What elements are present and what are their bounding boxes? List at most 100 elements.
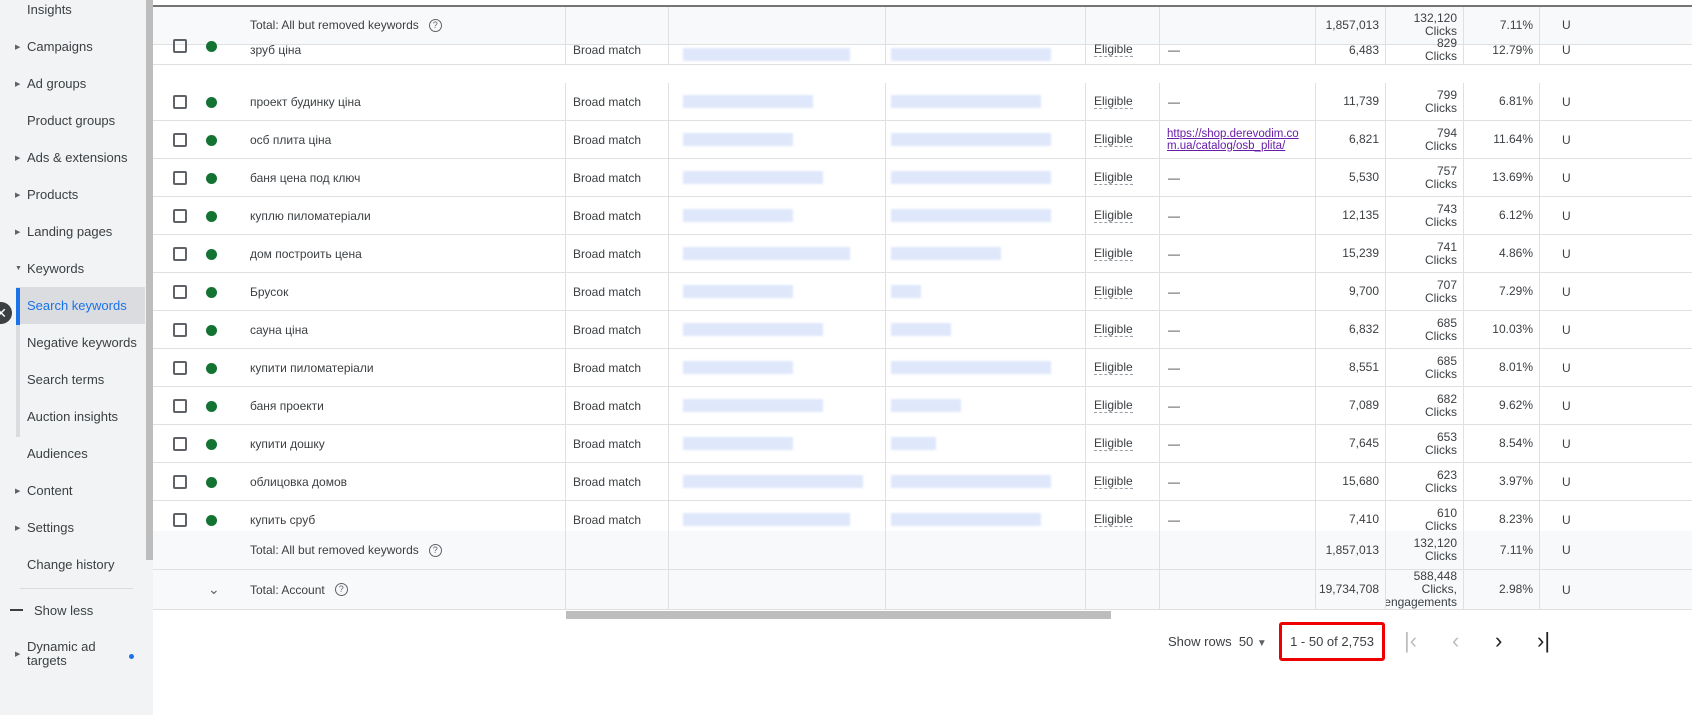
sidebar-item-keywords[interactable]: ▼ Keywords — [0, 250, 145, 287]
cell: U — [1540, 425, 1692, 462]
cell: 7,089 — [1316, 387, 1386, 424]
chevron-down-icon[interactable]: ⌄ — [208, 581, 220, 598]
row-checkbox[interactable] — [173, 171, 187, 185]
vertical-scrollbar-thumb[interactable] — [146, 0, 153, 560]
cell: 8.01% — [1464, 349, 1540, 386]
row-checkbox[interactable] — [173, 513, 187, 527]
status-text[interactable]: Eligible — [1094, 474, 1133, 489]
sidebar-item-negative-keywords[interactable]: Negative keywords — [0, 324, 145, 361]
show-rows-select[interactable]: Show rows 50 ▼ — [1168, 634, 1267, 649]
minus-icon — [10, 609, 23, 611]
status-text[interactable]: Eligible — [1094, 246, 1133, 261]
cell: 685 Clicks — [1386, 349, 1464, 386]
sidebar-item-content[interactable]: ▶ Content — [0, 472, 145, 509]
sidebar-item-search-keywords[interactable]: Search keywords — [16, 287, 145, 324]
match-type: Broad match — [573, 208, 642, 223]
match-type: Broad match — [573, 322, 642, 337]
cell — [669, 159, 886, 196]
status-text[interactable]: Eligible — [1094, 398, 1133, 413]
clicks: 682 — [1436, 391, 1457, 406]
status-text[interactable]: Eligible — [1094, 43, 1133, 57]
sidebar-item-change-history[interactable]: Change history — [0, 546, 145, 583]
sidebar-item-label: Ad groups — [27, 76, 87, 91]
truncated-value: U — [1562, 208, 1571, 223]
first-page-icon[interactable]: |‹ — [1404, 628, 1417, 654]
cell: Eligible — [1086, 159, 1160, 196]
status-enabled-icon — [206, 515, 217, 526]
sidebar-item-products[interactable]: ▶ Products — [0, 176, 145, 213]
row-checkbox[interactable] — [173, 209, 187, 223]
sidebar-item-search-terms[interactable]: Search terms — [0, 361, 145, 398]
status-text[interactable]: Eligible — [1094, 170, 1133, 185]
row-checkbox[interactable] — [173, 133, 187, 147]
row-checkbox[interactable] — [173, 323, 187, 337]
final-url: — — [1168, 360, 1180, 375]
help-icon[interactable]: ? — [428, 18, 442, 32]
clicks: 799 — [1436, 87, 1457, 102]
truncated-value: U — [1562, 474, 1571, 489]
horizontal-scrollbar[interactable] — [566, 611, 1111, 619]
cell: купити дошку — [153, 425, 566, 462]
status-enabled-icon — [206, 249, 217, 260]
redacted-cell — [683, 48, 850, 61]
cell — [669, 273, 886, 310]
final-url-link[interactable]: https://shop.derevodim.com.ua/catalog/os… — [1160, 128, 1310, 152]
cell: Eligible — [1086, 273, 1160, 310]
match-type: Broad match — [573, 132, 642, 147]
cell: — — [1160, 349, 1316, 386]
truncated-value: U — [1562, 360, 1571, 375]
keyword-text: купити пиломатеріали — [250, 360, 374, 375]
row-checkbox[interactable] — [173, 361, 187, 375]
sidebar-item-ad-groups[interactable]: ▶ Ad groups — [0, 65, 145, 102]
match-type: Broad match — [573, 284, 642, 299]
cell — [566, 531, 669, 569]
impressions: 11,739 — [1343, 94, 1379, 108]
row-checkbox[interactable] — [173, 285, 187, 299]
status-text[interactable]: Eligible — [1094, 132, 1133, 147]
sidebar-item-label: Negative keywords — [27, 335, 137, 350]
sidebar-item-ads-extensions[interactable]: ▶ Ads & extensions — [0, 139, 145, 176]
account-total-row: ⌄ Total: Account? 19,734,708 588,448 Clicks,… — [153, 570, 1692, 610]
status-text[interactable]: Eligible — [1094, 94, 1133, 109]
help-icon[interactable]: ? — [428, 543, 442, 557]
status-text[interactable]: Eligible — [1094, 360, 1133, 375]
table-row: купити дошку Broad match Eligible — 7,645 653… — [153, 425, 1692, 463]
row-checkbox[interactable] — [173, 247, 187, 261]
active-indicator — [16, 288, 20, 325]
row-checkbox[interactable] — [173, 39, 187, 53]
sidebar-item-insights[interactable]: Insights — [0, 0, 145, 28]
help-icon[interactable]: ? — [334, 583, 348, 596]
previous-page-icon[interactable]: ‹ — [1452, 628, 1459, 654]
sidebar-item-settings[interactable]: ▶ Settings — [0, 509, 145, 546]
cell: 13.69% — [1464, 159, 1540, 196]
match-type: Broad match — [573, 436, 642, 451]
cell: Eligible — [1086, 121, 1160, 158]
sidebar-item-label: Search keywords — [27, 298, 127, 313]
sidebar-item-campaigns[interactable]: ▶ Campaigns — [0, 28, 145, 65]
sidebar-item-label: Landing pages — [27, 224, 113, 239]
cell — [886, 235, 1086, 272]
row-checkbox[interactable] — [173, 399, 187, 413]
sidebar-item-landing-pages[interactable]: ▶ Landing pages — [0, 213, 145, 250]
sidebar-item-audiences[interactable]: Audiences — [0, 435, 145, 472]
divider — [20, 588, 133, 589]
status-text[interactable]: Eligible — [1094, 322, 1133, 337]
row-checkbox[interactable] — [173, 475, 187, 489]
cell: U — [1540, 197, 1692, 234]
sidebar-item-product-groups[interactable]: Product groups — [0, 102, 145, 139]
cell: 8,551 — [1316, 349, 1386, 386]
cell: дом построить цена — [153, 235, 566, 272]
redacted-cell — [891, 133, 1051, 146]
sidebar-item-auction-insights[interactable]: Auction insights — [0, 398, 145, 435]
keyword-text: баня проекти — [250, 398, 324, 413]
cell: куплю пиломатеріали — [153, 197, 566, 234]
status-text[interactable]: Eligible — [1094, 208, 1133, 223]
status-text[interactable]: Eligible — [1094, 436, 1133, 451]
row-checkbox[interactable] — [173, 95, 187, 109]
row-checkbox[interactable] — [173, 437, 187, 451]
total-label: Total: Account — [250, 582, 325, 597]
status-text[interactable]: Eligible — [1094, 512, 1133, 527]
status-text[interactable]: Eligible — [1094, 284, 1133, 299]
last-page-icon[interactable]: ›| — [1537, 628, 1550, 654]
next-page-icon[interactable]: › — [1495, 628, 1502, 654]
